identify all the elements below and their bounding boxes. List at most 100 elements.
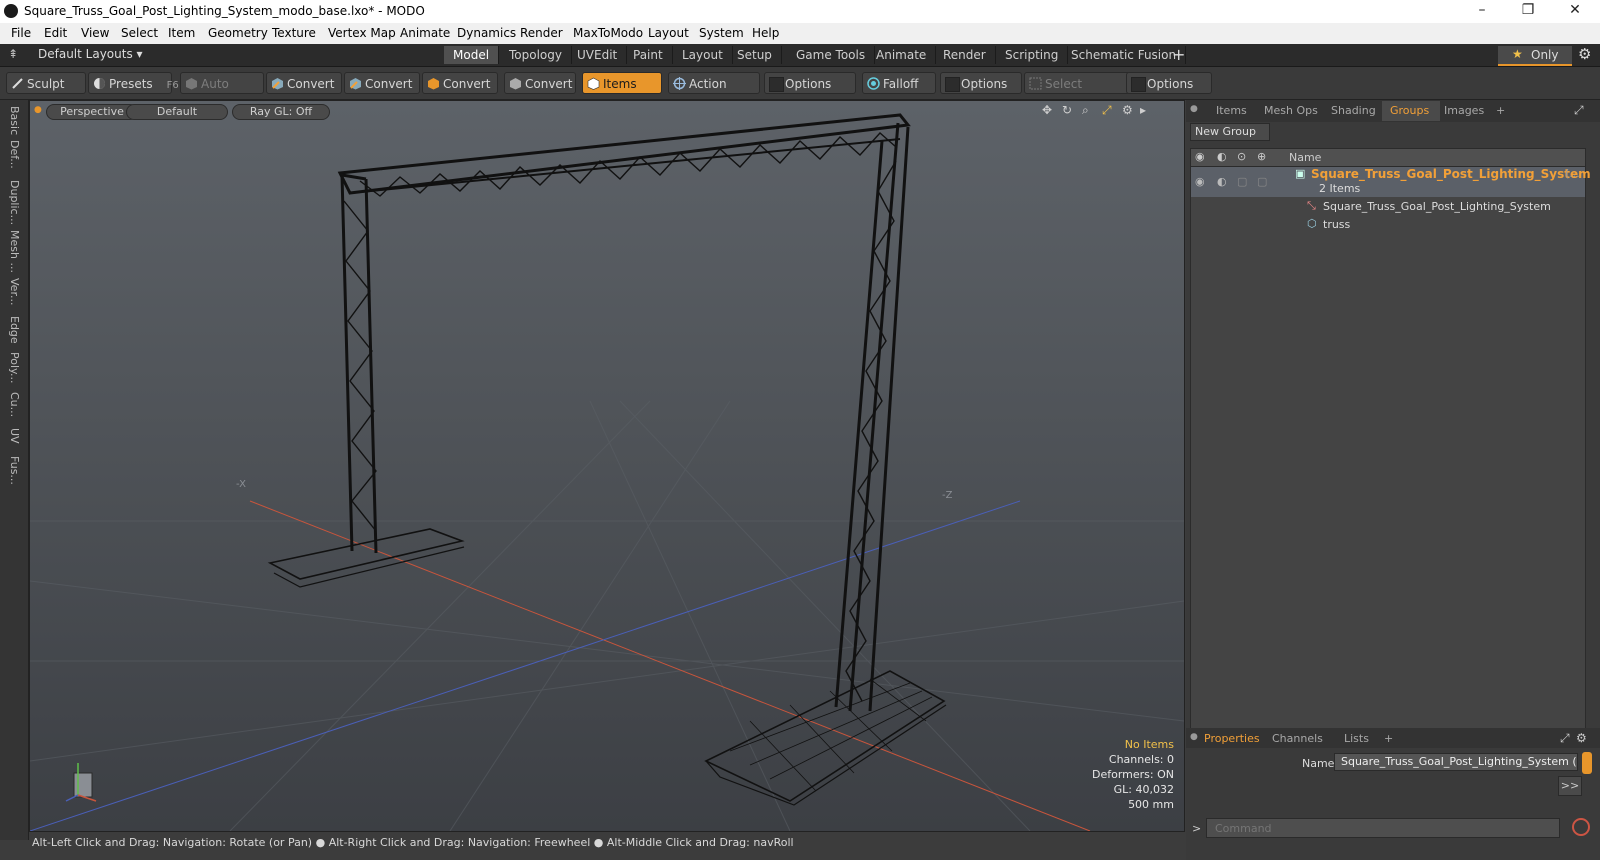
menu-help[interactable]: Help xyxy=(752,26,779,40)
convert-polygons-button[interactable]: Convert xyxy=(422,72,498,94)
properties-side-tab[interactable] xyxy=(1582,752,1592,774)
menu-texture[interactable]: Texture xyxy=(272,26,316,40)
rotate-icon[interactable]: ↻ xyxy=(1062,103,1072,117)
menu-animate[interactable]: Animate xyxy=(400,26,450,40)
tab-channels[interactable]: Channels xyxy=(1272,731,1323,747)
group-select-icon[interactable]: ▢ xyxy=(1257,175,1267,188)
select-options-button[interactable]: Options xyxy=(1126,72,1212,94)
select-icon[interactable]: ⊕ xyxy=(1257,150,1266,163)
menu-layout[interactable]: Layout xyxy=(648,26,689,40)
lock-icon[interactable]: ⊙ xyxy=(1237,150,1246,163)
tab-polygon[interactable]: Poly... xyxy=(5,352,21,383)
tab-mesh-ops[interactable]: Mesh Ops xyxy=(1264,103,1318,119)
tab-render[interactable]: Render xyxy=(934,46,996,64)
child-row[interactable]: ⬡ truss xyxy=(1191,217,1585,234)
tab-uvedit[interactable]: UVEdit xyxy=(568,46,628,64)
shading-default-button[interactable]: Default xyxy=(126,104,228,120)
group-row[interactable]: ◉ ◐ ▢ ▢ ▣ Square_Truss_Goal_Post_Lightin… xyxy=(1191,167,1591,197)
tab-lists[interactable]: Lists xyxy=(1344,731,1369,747)
tab-model[interactable]: Model xyxy=(444,46,500,64)
convert-edges-button[interactable]: Convert xyxy=(344,72,420,94)
group-lock-icon[interactable]: ▢ xyxy=(1237,175,1247,188)
gear-icon[interactable]: ⚙ xyxy=(1578,45,1591,63)
menu-view[interactable]: View xyxy=(81,26,109,40)
add-tab-button[interactable]: + xyxy=(1172,45,1185,64)
tab-uv[interactable]: UV xyxy=(5,428,21,444)
menu-system[interactable]: System xyxy=(699,26,744,40)
render-icon[interactable]: ◐ xyxy=(1217,150,1227,163)
properties-expand-icon[interactable]: ⤢ xyxy=(1560,731,1570,746)
properties-menu-dot[interactable]: ● xyxy=(1190,732,1198,742)
panel-menu-dot[interactable]: ● xyxy=(1190,104,1198,114)
tab-animate[interactable]: Animate xyxy=(867,46,937,64)
tab-paint[interactable]: Paint xyxy=(624,46,673,64)
command-input[interactable] xyxy=(1206,818,1560,838)
tab-basic[interactable]: Basic xyxy=(5,106,21,135)
menu-vertex-map[interactable]: Vertex Map xyxy=(328,26,396,40)
zoom-icon[interactable]: ⌕ xyxy=(1082,103,1089,118)
fit-icon[interactable]: ⤢ xyxy=(1102,103,1112,118)
view-perspective-button[interactable]: Perspective xyxy=(46,104,138,120)
tab-deform[interactable]: Def... xyxy=(5,140,21,169)
tab-mesh-edit[interactable]: Mesh ... xyxy=(5,230,21,273)
panel-expand-icon[interactable]: ⤢ xyxy=(1574,103,1584,118)
tab-layout[interactable]: Layout xyxy=(673,46,733,64)
tab-curve[interactable]: Cu... xyxy=(5,392,21,417)
menu-render[interactable]: Render xyxy=(520,26,563,40)
properties-gear-icon[interactable]: ⚙ xyxy=(1576,731,1587,745)
close-button[interactable]: ✕ xyxy=(1555,2,1595,22)
child-row[interactable]: ⤡ Square_Truss_Goal_Post_Lighting_System xyxy=(1191,199,1585,216)
menu-geometry[interactable]: Geometry xyxy=(208,26,268,40)
sculpt-button[interactable]: Sculpt xyxy=(6,72,86,94)
convert-vertices-button[interactable]: Convert xyxy=(266,72,342,94)
tab-setup[interactable]: Setup xyxy=(728,46,782,64)
menu-select[interactable]: Select xyxy=(121,26,158,40)
tab-topology[interactable]: Topology xyxy=(500,46,572,64)
tab-scripting[interactable]: Scripting xyxy=(996,46,1069,64)
expand-properties-button[interactable]: >> xyxy=(1558,776,1582,796)
add-properties-tab[interactable]: + xyxy=(1384,731,1393,747)
falloff-options-button[interactable]: Options xyxy=(940,72,1022,94)
tab-duplicate[interactable]: Duplic... xyxy=(5,180,21,225)
only-toggle[interactable]: ★ Only xyxy=(1498,46,1572,66)
group-eye-icon[interactable]: ◉ xyxy=(1195,175,1205,188)
tab-properties[interactable]: Properties xyxy=(1204,731,1260,747)
action-center-button[interactable]: Action Center xyxy=(668,72,760,113)
new-group-button[interactable]: New Group xyxy=(1190,123,1270,141)
tab-shading[interactable]: Shading xyxy=(1331,103,1376,119)
menu-file[interactable]: File xyxy=(11,26,31,40)
tab-items[interactable]: Items xyxy=(1216,103,1247,119)
auto-select-button[interactable]: Auto Select xyxy=(180,72,264,113)
tab-edge[interactable]: Edge xyxy=(5,316,21,344)
menu-item[interactable]: Item xyxy=(168,26,195,40)
record-macro-icon[interactable] xyxy=(1572,818,1590,836)
layout-menu-icon[interactable]: ⇞ xyxy=(8,47,18,61)
default-layouts-dropdown[interactable]: Default Layouts ▾ xyxy=(38,47,143,61)
menu-dynamics[interactable]: Dynamics xyxy=(457,26,516,40)
menu-maxtomodo[interactable]: MaxToModo xyxy=(573,26,643,40)
item-name-field[interactable]: Square_Truss_Goal_Post_Lighting_System (… xyxy=(1334,753,1578,771)
presets-button[interactable]: Presets F6 xyxy=(88,72,179,94)
tab-game-tools[interactable]: Game Tools xyxy=(787,46,876,64)
3d-viewport[interactable]: -X -Z ● Perspective Default Ray GL: Off … xyxy=(29,100,1185,832)
tab-images[interactable]: Images xyxy=(1444,103,1484,119)
truss-model[interactable] xyxy=(267,113,947,806)
restore-button[interactable]: ❐ xyxy=(1508,2,1548,22)
expand-arrow-icon[interactable]: ▸ xyxy=(1140,103,1146,117)
tab-fusion[interactable]: Fus... xyxy=(5,456,21,485)
tab-schematic-fusion[interactable]: Schematic Fusion xyxy=(1062,46,1187,64)
tab-vertex[interactable]: Ver... xyxy=(5,278,21,305)
tab-groups[interactable]: Groups xyxy=(1390,103,1429,119)
pan-icon[interactable]: ✥ xyxy=(1042,103,1052,117)
falloff-button[interactable]: Falloff xyxy=(862,72,936,94)
action-center-options-button[interactable]: Options xyxy=(764,72,856,94)
minimize-button[interactable]: – xyxy=(1462,2,1502,22)
add-panel-tab[interactable]: + xyxy=(1496,103,1505,119)
select-through-button[interactable]: Select Through xyxy=(1024,72,1130,113)
viewport-settings-icon[interactable]: ⚙ xyxy=(1122,103,1133,117)
visibility-eye-icon[interactable]: ◉ xyxy=(1195,150,1205,163)
items-mode-button[interactable]: Items xyxy=(582,72,662,94)
group-render-icon[interactable]: ◐ xyxy=(1217,175,1227,188)
convert-items-button[interactable]: Convert xyxy=(504,72,576,94)
viewport-menu-dot[interactable]: ● xyxy=(34,105,42,115)
